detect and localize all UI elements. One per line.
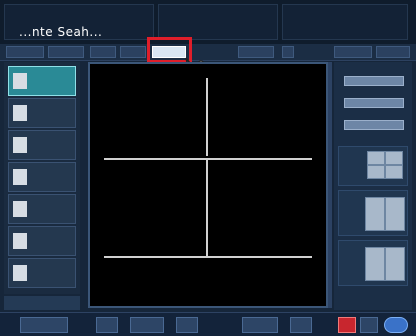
tab-4[interactable]	[120, 46, 146, 58]
right-panel	[334, 62, 412, 310]
window-title: ...nte Seah...	[19, 25, 103, 39]
stop-button[interactable]	[338, 317, 356, 333]
bottom-button-4[interactable]	[176, 317, 198, 333]
chest-icon	[13, 233, 27, 249]
exam-info-panel	[282, 4, 408, 40]
chest-icon	[13, 169, 27, 185]
tab-2[interactable]	[48, 46, 84, 58]
tab-1[interactable]	[6, 46, 44, 58]
layout-option-2[interactable]	[338, 190, 408, 236]
tab-right-1[interactable]	[334, 46, 372, 58]
layout-cell	[367, 165, 385, 179]
guide-line-horizontal	[104, 158, 312, 160]
tab-small[interactable]	[282, 46, 294, 58]
guide-line-vertical	[206, 78, 208, 156]
panel-button-3[interactable]	[344, 120, 404, 130]
layout-option-1[interactable]	[338, 146, 408, 186]
layout-cell	[385, 151, 403, 165]
chest-icon	[13, 105, 27, 121]
layout-cell	[365, 197, 385, 231]
sidebar-controls[interactable]	[4, 296, 80, 310]
confirm-button[interactable]	[384, 317, 408, 333]
thumbnail-item[interactable]	[8, 130, 76, 160]
guide-line-vertical-lower	[206, 160, 208, 256]
thumbnail-item[interactable]	[8, 194, 76, 224]
bottom-button-8[interactable]	[360, 317, 378, 333]
bottom-button-1[interactable]	[20, 317, 68, 333]
chest-icon	[13, 265, 27, 281]
patient-title-panel: ...nte Seah...	[4, 4, 154, 40]
tab-3[interactable]	[90, 46, 116, 58]
console-window: ...nte Seah...	[0, 0, 416, 336]
thumbnail-item[interactable]	[8, 98, 76, 128]
bottom-button-5[interactable]	[242, 317, 278, 333]
chest-icon	[13, 137, 27, 153]
image-viewer[interactable]	[88, 62, 328, 308]
panel-button-2[interactable]	[344, 98, 404, 108]
panel-button-1[interactable]	[344, 76, 404, 86]
layout-cell	[367, 151, 385, 165]
layout-cell	[385, 197, 405, 231]
chest-icon	[13, 201, 27, 217]
thumbnail-item[interactable]	[8, 66, 76, 96]
layout-option-3[interactable]	[338, 240, 408, 286]
viewer-scrollbar[interactable]	[328, 62, 332, 308]
bottom-toolbar	[0, 312, 416, 336]
bottom-button-2[interactable]	[96, 317, 118, 333]
guide-line-horizontal-lower	[104, 256, 312, 258]
layout-cell	[385, 165, 403, 179]
layout-cell	[365, 247, 385, 281]
bottom-button-6[interactable]	[290, 317, 312, 333]
thumbnail-sidebar	[4, 62, 80, 294]
chest-icon	[13, 73, 27, 89]
top-bar: ...nte Seah...	[0, 0, 416, 45]
thumbnail-item[interactable]	[8, 162, 76, 192]
thumbnail-item[interactable]	[8, 226, 76, 256]
tab-right-2[interactable]	[376, 46, 410, 58]
tab-tools[interactable]	[238, 46, 274, 58]
bottom-button-3[interactable]	[130, 317, 164, 333]
study-info-panel	[158, 4, 278, 40]
layout-cell	[385, 247, 405, 281]
thumbnail-item[interactable]	[8, 258, 76, 288]
